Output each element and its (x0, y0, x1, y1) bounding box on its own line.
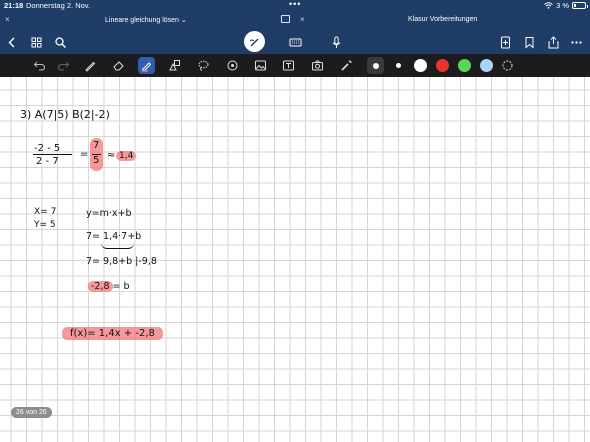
equals-sign: = (80, 149, 89, 160)
color-white-small-selected[interactable] (367, 57, 384, 74)
step-result: -2,8 = b (88, 281, 130, 292)
note-canvas[interactable]: 3) A(7|5) B(2|-2) -2 - 5 2 - 7 = 7 5 ≈ 1… (0, 77, 590, 442)
fraction-numerator: -2 - 5 (34, 143, 61, 154)
camera-icon[interactable] (309, 57, 326, 74)
x-value: X= 7 (34, 207, 57, 217)
intercept-rest: = b (112, 281, 130, 292)
tab-title[interactable]: Klasur Vorbereitungen (408, 16, 477, 23)
split-view-icon[interactable] (281, 15, 290, 23)
grid-icon[interactable] (27, 33, 45, 51)
color-light-blue-swatch[interactable] (480, 59, 493, 72)
color-swatch (372, 62, 379, 69)
text-icon[interactable] (280, 57, 297, 74)
multitask-dots[interactable]: ••• (289, 0, 301, 9)
pen-circle-icon[interactable] (244, 31, 265, 52)
more-icon[interactable] (567, 33, 585, 51)
laser-icon[interactable] (338, 57, 355, 74)
step-simplify: 7= 9,8+b |-9,8 (86, 256, 157, 267)
undo-icon[interactable] (31, 57, 48, 74)
add-page-icon[interactable] (496, 33, 514, 51)
color-red-swatch[interactable] (436, 59, 449, 72)
slope-denominator: 5 (93, 155, 100, 166)
highlighter-icon[interactable] (138, 57, 155, 74)
pen-icon[interactable] (82, 57, 99, 74)
redo-icon[interactable] (55, 57, 72, 74)
microphone-icon[interactable] (327, 33, 345, 51)
close-tab-icon[interactable]: × (5, 15, 10, 24)
sticker-icon[interactable] (224, 57, 241, 74)
main-toolbar (0, 29, 590, 54)
color-white-medium[interactable] (390, 57, 407, 74)
page-indicator[interactable]: 26 von 26 (11, 407, 52, 418)
tool-strip (0, 54, 590, 77)
color-white-swatch[interactable] (414, 59, 427, 72)
search-icon[interactable] (51, 33, 69, 51)
battery-percent: 3 % (556, 1, 569, 10)
battery-icon (572, 2, 588, 9)
task-points: 3) A(7|5) B(2|-2) (20, 108, 110, 121)
shapes-icon[interactable] (166, 57, 183, 74)
close-tab-icon[interactable]: × (300, 15, 305, 24)
wifi-icon (544, 2, 553, 9)
eraser-icon[interactable] (110, 57, 127, 74)
tab-lineare-gleichung[interactable]: × Lineare gleichung lösen ⌄ (0, 12, 295, 29)
bookmark-icon[interactable] (520, 33, 538, 51)
fraction-denominator: 2 - 7 (36, 156, 59, 167)
status-bar: 21:18 Donnerstag 2. Nov. ••• 3 % (0, 0, 590, 12)
status-time: 21:18 (4, 1, 24, 10)
more-colors-icon[interactable] (499, 57, 516, 74)
underbrace (101, 243, 134, 249)
step-substitute: 7= 1,4·7+b (86, 231, 142, 242)
color-swatch (396, 63, 401, 68)
lasso-icon[interactable] (195, 57, 212, 74)
final-function: f(x)= 1,4x + -2,8 (62, 327, 163, 340)
keyboard-icon[interactable] (286, 33, 304, 51)
linear-formula: y=m·x+b (86, 208, 132, 219)
tab-klasur[interactable]: × Klasur Vorbereitungen (295, 12, 590, 29)
intercept-highlight: -2,8 (88, 281, 113, 292)
share-icon[interactable] (544, 33, 562, 51)
fraction-bar (33, 154, 72, 155)
color-green-swatch[interactable] (458, 59, 471, 72)
tab-title[interactable]: Lineare gleichung lösen ⌄ (105, 16, 187, 24)
slope-result: 1,4 (116, 151, 137, 161)
status-right: 3 % (544, 1, 588, 10)
y-value: Y= 5 (34, 220, 56, 230)
back-icon[interactable] (3, 33, 21, 51)
image-icon[interactable] (252, 57, 269, 74)
slope-numerator: 7 (93, 140, 100, 151)
tab-bar: × Lineare gleichung lösen ⌄ × Klasur Vor… (0, 12, 590, 29)
status-date: Donnerstag 2. Nov. (26, 1, 91, 10)
approx-sign: ≈ (107, 150, 116, 161)
